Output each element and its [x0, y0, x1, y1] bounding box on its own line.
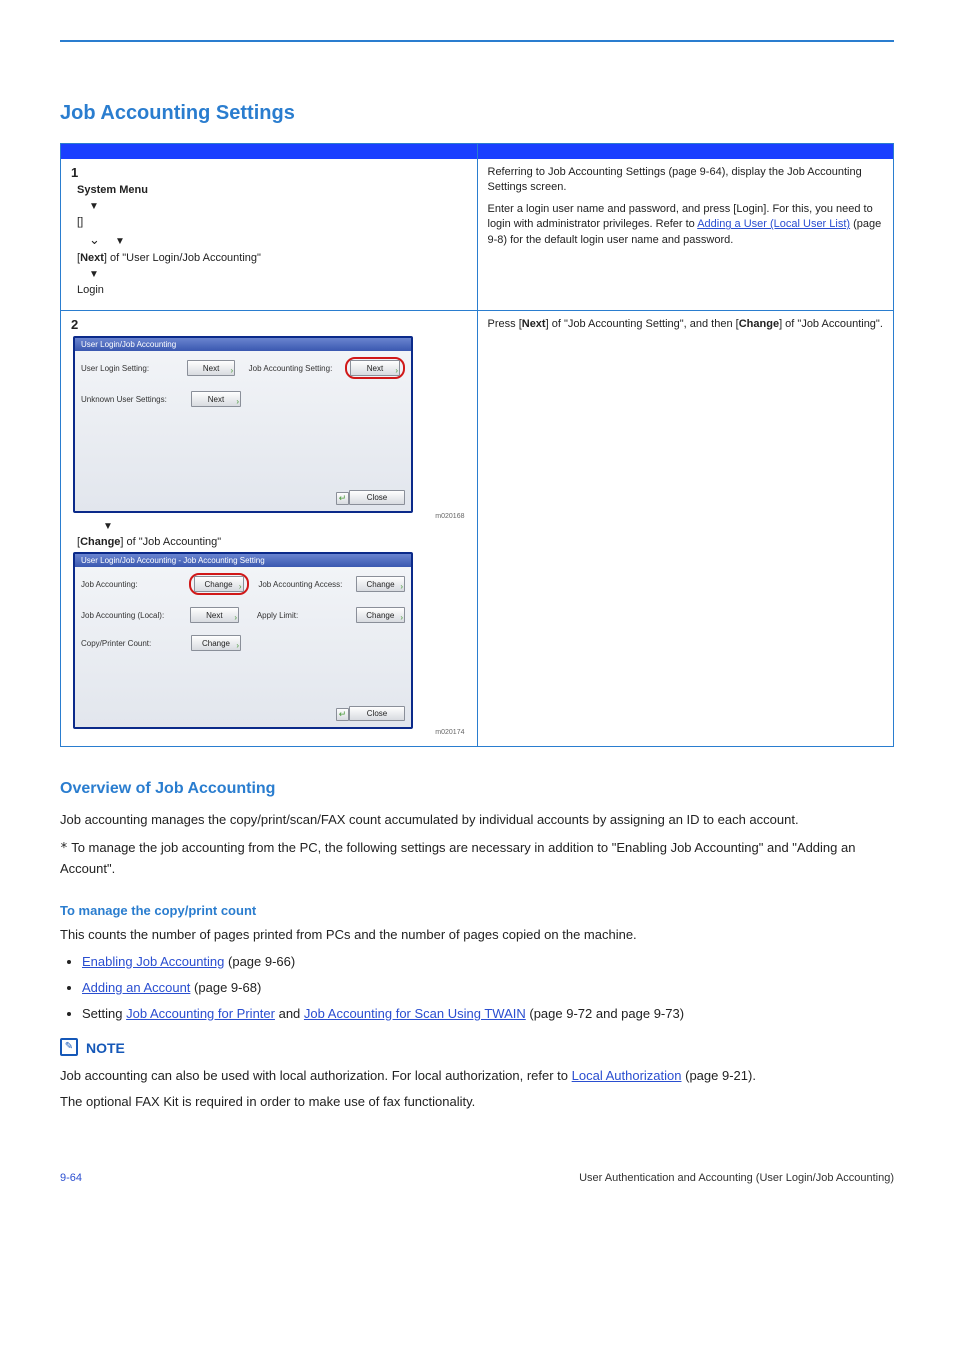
overview-p1: Job accounting manages the copy/print/sc…	[60, 810, 894, 830]
manage-p: This counts the number of pages printed …	[60, 925, 894, 945]
note-text: Job accounting can also be used with loc…	[60, 1066, 894, 1086]
ui-label: Job Accounting:	[81, 580, 189, 589]
ui-label: Apply Limit:	[257, 611, 356, 620]
chevron-right-icon: ›	[400, 582, 403, 591]
link-add[interactable]: Adding an Account	[82, 980, 190, 995]
code-label: m020174	[71, 729, 465, 736]
overview-heading: Overview of Job Accounting	[60, 777, 894, 802]
next-button[interactable]: Next›	[190, 607, 239, 623]
ui-screenshot-top: User Login/Job Accounting User Login Set…	[73, 336, 413, 513]
ui-label: Job Accounting Setting:	[249, 364, 345, 373]
footer-page: 9-64	[60, 1172, 82, 1184]
link-enable[interactable]: Enabling Job Accounting	[82, 954, 224, 969]
manage-li-2: Adding an Account (page 9-68)	[82, 978, 894, 998]
flow-next1: [Next] of "User Login/Job Accounting"	[77, 252, 261, 264]
note-text-2: The optional FAX Kit is required in orde…	[60, 1092, 894, 1112]
ui-titlebar-1: User Login/Job Accounting	[75, 338, 411, 351]
return-icon: ↵	[336, 708, 349, 721]
ui-label: User Login Setting:	[81, 364, 187, 373]
chevron-right-icon: ›	[231, 366, 234, 375]
down-triangle-icon: ▼	[89, 269, 99, 280]
footer-title: User Authentication and Accounting (User…	[579, 1172, 894, 1184]
link-local-auth[interactable]: Local Authorization	[572, 1068, 682, 1083]
close-button[interactable]: ↵ Close	[349, 490, 405, 505]
down-triangle-icon: ▼	[103, 521, 113, 532]
next-button[interactable]: Next›	[191, 391, 241, 407]
chevron-down-icon: ⌄	[89, 232, 100, 248]
note-label: NOTE	[86, 1038, 125, 1060]
sub-manage: To manage the copy/print count	[60, 901, 894, 921]
change-button[interactable]: Change›	[194, 576, 244, 592]
ui-label: Copy/Printer Count:	[81, 639, 191, 648]
highlight-ring: Next›	[345, 357, 405, 379]
overview-note: To manage the job accounting from the PC…	[60, 840, 855, 876]
step-number-1: 1	[71, 165, 467, 180]
manage-li-3: Setting Job Accounting for Printer and J…	[82, 1004, 894, 1024]
section-heading: Job Accounting Settings	[60, 102, 894, 125]
next-button[interactable]: Next›	[187, 360, 235, 376]
col-head-left	[61, 144, 478, 159]
ui-label: Job Accounting (Local):	[81, 611, 190, 620]
change-button[interactable]: Change›	[356, 576, 405, 592]
highlight-ring: Change›	[189, 573, 249, 595]
link-printer[interactable]: Job Accounting for Printer	[126, 1006, 275, 1021]
next-button[interactable]: Next›	[350, 360, 400, 376]
chevron-right-icon: ›	[400, 613, 403, 622]
chevron-right-icon: ›	[236, 397, 239, 406]
down-triangle-icon: ▼	[115, 236, 125, 247]
flow-scroll: []	[77, 216, 83, 228]
note-box: ✎ NOTE	[60, 1038, 894, 1060]
step-number-2: 2	[71, 317, 467, 332]
chevron-right-icon: ›	[236, 641, 239, 650]
flow-system-menu: System Menu	[77, 184, 148, 196]
chevron-right-icon: ›	[234, 613, 237, 622]
col-head-right	[478, 144, 894, 159]
change-button[interactable]: Change›	[191, 635, 241, 651]
down-triangle-icon: ▼	[89, 201, 99, 212]
close-button[interactable]: ↵ Close	[349, 706, 405, 721]
chevron-right-icon: ›	[395, 366, 398, 375]
code-label: m020168	[71, 513, 465, 520]
chevron-right-icon: ›	[239, 582, 242, 591]
manage-li-1: Enabling Job Accounting (page 9-66)	[82, 952, 894, 972]
step2-caption: Press [Next] of "Job Accounting Setting"…	[488, 317, 884, 332]
flow-change: Change	[80, 536, 120, 548]
procedure-table: 1 System Menu ▼ [] ⌄ ▼ [Next] of "User L…	[60, 143, 894, 747]
step1-right-1: Referring to Job Accounting Settings (pa…	[488, 165, 884, 196]
flow-login: Login	[77, 284, 104, 296]
link-twain[interactable]: Job Accounting for Scan Using TWAIN	[304, 1006, 526, 1021]
ui-label: Job Accounting Access:	[258, 580, 356, 589]
ui-label: Unknown User Settings:	[81, 395, 191, 404]
ui-screenshot-bottom: User Login/Job Accounting - Job Accounti…	[73, 552, 413, 729]
return-icon: ↵	[336, 492, 349, 505]
ui-titlebar-2: User Login/Job Accounting - Job Accounti…	[75, 554, 411, 567]
note-icon: ✎	[60, 1038, 78, 1056]
step1-right-2: Enter a login user name and password, an…	[488, 202, 884, 248]
change-button[interactable]: Change›	[356, 607, 405, 623]
